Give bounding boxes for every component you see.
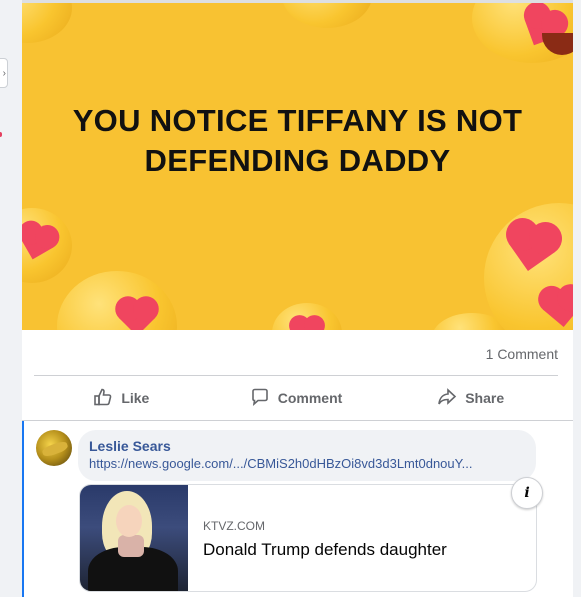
info-icon[interactable]: i <box>511 477 543 509</box>
share-icon <box>437 387 457 410</box>
link-preview-card[interactable]: KTVZ.COM Donald Trump defends daughter <box>79 484 537 592</box>
emoji-decoration <box>282 3 372 28</box>
emoji-decoration <box>22 3 72 43</box>
comment-bubble: Leslie Sears https://news.google.com/...… <box>78 430 536 481</box>
image-headline-text: YOU NOTICE TIFFANY IS NOT DEFENDING DADD… <box>72 103 523 178</box>
share-button[interactable]: Share <box>383 380 558 416</box>
post-card: YOU NOTICE TIFFANY IS NOT DEFENDING DADD… <box>22 0 573 597</box>
thumbs-up-icon <box>93 387 113 410</box>
divider <box>34 375 558 376</box>
post-actions: Like Comment Share <box>34 380 558 416</box>
comment-icon <box>250 387 270 410</box>
like-button[interactable]: Like <box>34 380 209 416</box>
rail-notification-dot <box>0 132 2 137</box>
left-rail: › <box>0 0 22 597</box>
comment-button[interactable]: Comment <box>209 380 384 416</box>
info-icon-label: i <box>524 485 530 501</box>
link-preview-thumbnail <box>80 485 188 591</box>
like-label: Like <box>121 390 150 406</box>
comment-label: Comment <box>277 390 343 406</box>
share-label: Share <box>465 390 505 406</box>
post-counts-bar: 1 Comment <box>22 340 573 366</box>
comment-author-link[interactable]: Leslie Sears <box>89 438 171 454</box>
right-edge <box>573 0 581 597</box>
avatar[interactable] <box>36 430 72 466</box>
rail-collapse-tab[interactable]: › <box>0 58 8 88</box>
post-image[interactable]: YOU NOTICE TIFFANY IS NOT DEFENDING DADD… <box>22 3 573 330</box>
comment-count-link[interactable]: 1 Comment <box>486 346 558 362</box>
link-preview-title: Donald Trump defends daughter <box>203 540 447 559</box>
comment-thread: Leslie Sears https://news.google.com/...… <box>22 421 573 597</box>
heart-decoration <box>292 318 322 330</box>
comment-url-link[interactable]: https://news.google.com/.../CBMiS2h0dHBz… <box>89 456 472 471</box>
link-preview-domain: KTVZ.COM <box>203 519 265 533</box>
